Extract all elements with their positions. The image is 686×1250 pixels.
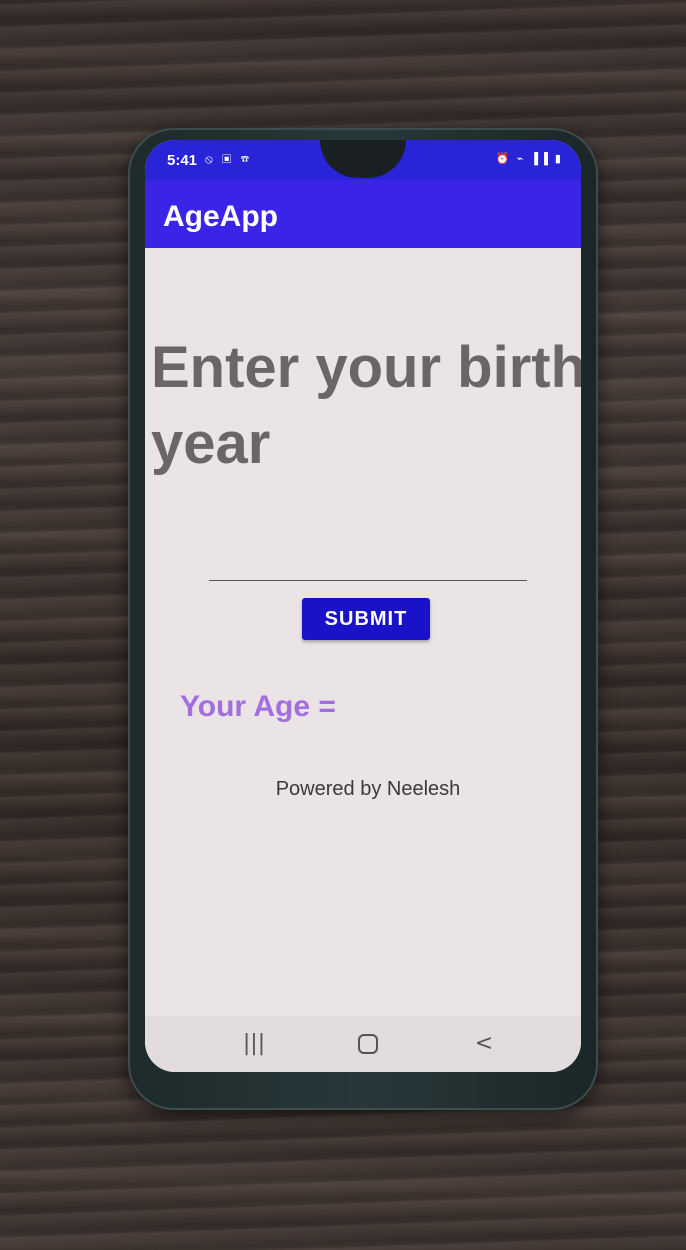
phone-screen: 5:41 ⦸ ▣ ☎ ⏰ ⌁ ▐▐ ▮ AgeApp Enter your bi… — [145, 140, 581, 1072]
camera-notch — [320, 140, 406, 178]
powered-by-text: Powered by Neelesh — [275, 778, 461, 800]
status-bar: 5:41 ⦸ ▣ ☎ ⏰ ⌁ ▐▐ ▮ — [145, 140, 581, 180]
system-status-icons: ⏰ ⌁ ▐▐ ▮ — [495, 153, 563, 165]
app-bar: AgeApp — [145, 180, 581, 248]
submit-button[interactable]: SUBMIT — [302, 598, 430, 640]
birth-year-prompt: Enter your birth year — [151, 335, 581, 476]
status-time: 5:41 — [167, 152, 198, 169]
navigation-bar: ||| < — [145, 1016, 581, 1072]
home-icon[interactable] — [353, 1030, 383, 1058]
back-icon[interactable]: < — [469, 1030, 499, 1058]
birth-year-input[interactable] — [209, 544, 527, 581]
app-title: AgeApp — [163, 200, 278, 233]
recent-apps-icon[interactable]: ||| — [239, 1030, 269, 1058]
age-result-label: Your Age = — [180, 690, 336, 723]
notification-icons: ⦸ ▣ ☎ — [205, 152, 253, 166]
